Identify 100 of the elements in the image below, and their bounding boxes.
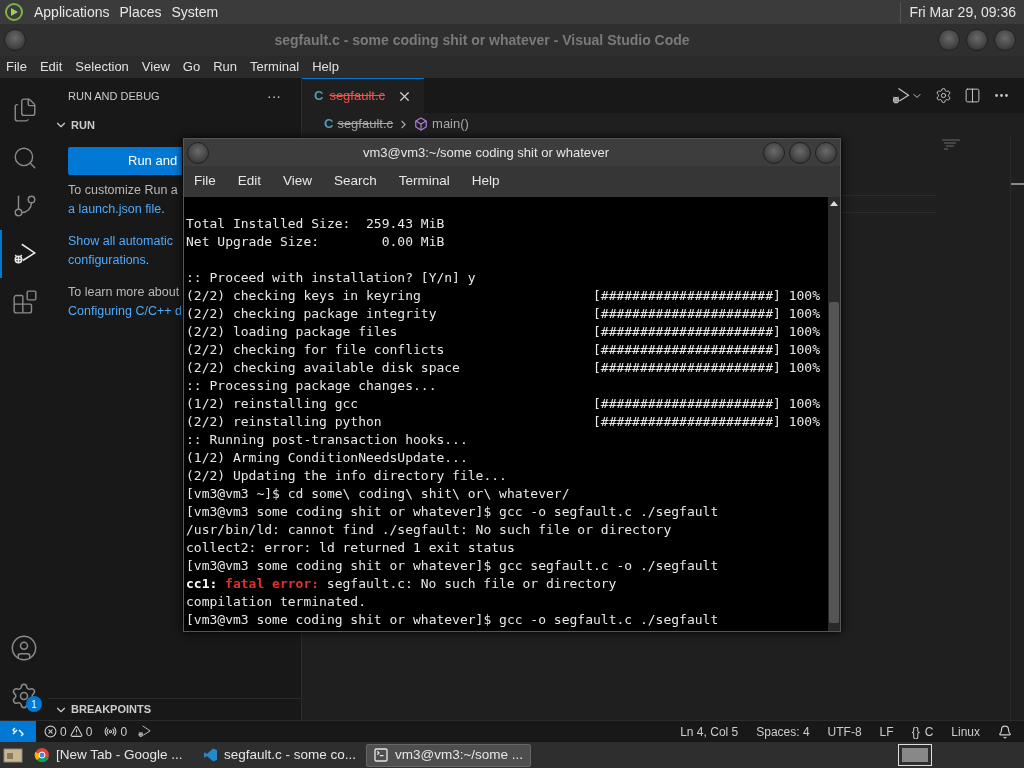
link[interactable]: configurations xyxy=(68,253,146,267)
notifications-icon[interactable] xyxy=(998,724,1012,739)
c-file-icon: C xyxy=(314,86,324,106)
menu-item[interactable]: View xyxy=(283,171,313,192)
menu-item[interactable]: Search xyxy=(334,171,377,192)
scrollbar-thumb[interactable] xyxy=(829,302,839,623)
menu-item[interactable]: Terminal xyxy=(250,57,300,77)
window-title: vm3@vm3:~/some coding shit or whatever xyxy=(361,143,611,162)
minimap-drawing xyxy=(942,139,962,151)
panel-menu[interactable]: System xyxy=(171,1,219,23)
terminal-line: [vm3@vm3 some coding shit or whatever]$ gcc segfault.c -o ./segfault xyxy=(186,557,719,575)
help-text: . xyxy=(161,202,165,216)
settings-icon[interactable] xyxy=(10,682,38,710)
scrollbar-thumb[interactable] xyxy=(1011,183,1024,185)
ports-indicator[interactable]: 0 xyxy=(104,722,128,741)
help-text: To learn more about xyxy=(68,285,180,299)
menu-item[interactable]: Help xyxy=(312,57,339,77)
workspace-switcher[interactable] xyxy=(898,744,932,766)
panel-menu[interactable]: Places xyxy=(119,1,162,23)
terminal-line: [vm3@vm3 some coding shit or whatever]$ gcc -o segfault.c ./segfault xyxy=(186,611,719,629)
section-header[interactable]: RUN xyxy=(71,116,95,134)
logo-icon[interactable] xyxy=(4,2,24,22)
close-button[interactable] xyxy=(994,29,1016,51)
search-icon xyxy=(12,145,38,171)
settings-icon[interactable] xyxy=(935,87,952,104)
sidebar-title: RUN AND DEBUG xyxy=(68,88,160,104)
menu-item[interactable]: File xyxy=(194,171,216,192)
more-actions-button[interactable]: ··· xyxy=(267,85,281,107)
menu-item[interactable]: Terminal xyxy=(398,171,450,192)
maximize-button[interactable] xyxy=(789,141,811,164)
problems-indicator[interactable]: 0 0 xyxy=(44,722,93,741)
maximize-button[interactable] xyxy=(966,29,988,51)
run-debug-icon xyxy=(891,85,911,106)
terminal-line: :: Proceed with installation? [Y/n] y xyxy=(186,269,476,287)
status-item[interactable]: Linux xyxy=(951,722,980,741)
run-and-debug-button[interactable]: Run and xyxy=(68,147,182,175)
breadcrumb-item[interactable]: main() xyxy=(432,114,469,134)
status-item[interactable]: LF xyxy=(879,722,894,741)
error-label: fatal error: xyxy=(225,575,320,593)
menu-item[interactable]: Selection xyxy=(75,57,129,77)
language-mode[interactable]: {} C xyxy=(911,722,934,741)
terminal-line: (2/2) checking available disk space [######################] 100% xyxy=(186,359,820,377)
terminal-line: (2/2) checking for file conflicts [######################] 100% xyxy=(186,341,820,359)
terminal-text: segfault.c: No such file or directory xyxy=(326,575,617,593)
account-icon[interactable] xyxy=(10,634,38,662)
split-editor-icon[interactable] xyxy=(964,87,981,104)
browser-icon xyxy=(34,747,50,763)
terminal-line: (2/2) checking package integrity [######################] 100% xyxy=(186,305,820,323)
window-menu-button[interactable] xyxy=(187,141,209,164)
terminal-icon xyxy=(373,747,389,763)
terminal-line: compilation terminated. xyxy=(186,593,366,611)
terminal-line: (2/2) loading package files [######################] 100% xyxy=(186,323,820,341)
terminal-line: :: Processing package changes... xyxy=(186,377,437,395)
notification-badge: 1 xyxy=(26,696,42,712)
section-header[interactable]: BREAKPOINTS xyxy=(71,701,152,718)
terminal-line: /usr/bin/ld: cannot find ./segfault: No such file or directory xyxy=(186,521,672,539)
extensions-icon xyxy=(12,289,38,315)
task-button[interactable]: vm3@vm3:~/some ... xyxy=(366,743,531,767)
menu-item[interactable]: Edit xyxy=(237,171,262,192)
status-item[interactable]: Spaces: 4 xyxy=(756,722,810,741)
menu-item[interactable]: Run xyxy=(213,57,237,77)
files-icon xyxy=(12,97,38,123)
terminal-line: Total Installed Size: 259.43 MiB xyxy=(186,215,445,233)
link[interactable]: Configuring C/C++ d xyxy=(68,304,182,318)
breadcrumb-item[interactable]: segfault.c xyxy=(337,114,394,134)
terminal-line: (2/2) Updating the info directory file... xyxy=(186,467,507,485)
terminal-line: (1/2) reinstalling gcc [######################] 100% xyxy=(186,395,820,413)
status-item[interactable]: Ln 4, Col 5 xyxy=(680,722,739,741)
menu-item[interactable]: Edit xyxy=(39,57,63,77)
minimize-button[interactable] xyxy=(938,29,960,51)
menu-item[interactable]: Help xyxy=(471,171,500,192)
branch-icon xyxy=(12,193,38,219)
editor-tab[interactable]: C segfault.c xyxy=(302,78,425,113)
terminal-line: collect2: error: ld returned 1 exit status xyxy=(186,539,515,557)
code-editor-icon xyxy=(203,747,218,763)
terminal-line: Net Upgrade Size: 0.00 MiB xyxy=(186,233,445,251)
menu-item[interactable]: Go xyxy=(182,57,201,77)
panel-menu[interactable]: Applications xyxy=(34,1,110,23)
debug-icon xyxy=(137,724,153,739)
terminal-line: (2/2) reinstalling python [######################] 100% xyxy=(186,413,820,431)
cube-icon xyxy=(414,117,429,131)
terminal-line: [vm3@vm3 some coding shit or whatever]$ gcc -o segfault.c ./segfault xyxy=(186,503,719,521)
language-label: C xyxy=(924,723,934,741)
minimize-button[interactable] xyxy=(763,141,785,164)
braces-icon: {} xyxy=(911,722,920,741)
window-menu-button[interactable] xyxy=(4,29,26,51)
status-item[interactable]: UTF-8 xyxy=(827,722,862,741)
clock[interactable]: Fri Mar 29, 09:36 xyxy=(900,1,1016,23)
link[interactable]: Show all automatic xyxy=(68,234,173,248)
menu-item[interactable]: View xyxy=(141,57,170,77)
help-text: . xyxy=(145,253,150,267)
terminal-line: (1/2) Arming ConditionNeedsUpdate... xyxy=(186,449,468,467)
show-desktop-icon[interactable] xyxy=(2,745,24,765)
close-button[interactable] xyxy=(815,141,837,164)
scroll-up-icon[interactable] xyxy=(830,200,838,206)
terminal-line: :: Running post-transaction hooks... xyxy=(186,431,468,449)
program-name: cc1: xyxy=(186,575,218,593)
help-text: To customize Run a xyxy=(68,183,178,197)
menu-item[interactable]: File xyxy=(6,57,27,77)
terminal-line: (2/2) checking keys in keyring [######################] 100% xyxy=(186,287,820,305)
